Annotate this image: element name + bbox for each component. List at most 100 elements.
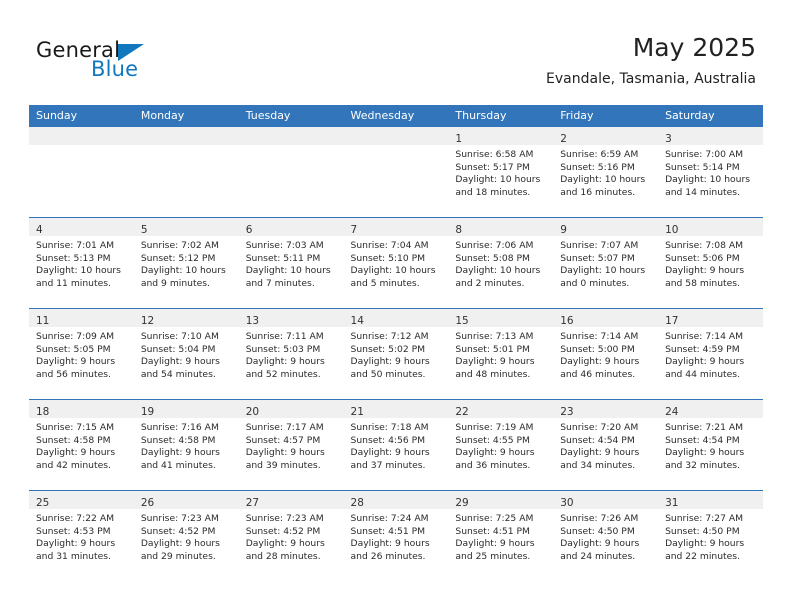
calendar-day-cell[interactable]: 14 Sunrise: 7:12 AM Sunset: 5:02 PM Dayligh… [343, 308, 449, 400]
calendar-day-cell[interactable]: 4 Sunrise: 7:01 AM Sunset: 5:13 PM Daylight… [29, 217, 134, 309]
calendar-day-cell[interactable]: 12 Sunrise: 7:10 AM Sunset: 5:04 PM Dayligh… [133, 308, 239, 400]
day-cell-inner: 1 Sunrise: 6:58 AM Sunset: 5:17 PM Daylight… [448, 127, 554, 217]
day-number: 9 [560, 224, 567, 236]
calendar-day-cell[interactable]: 13 Sunrise: 7:11 AM Sunset: 5:03 PM Dayligh… [238, 308, 344, 400]
daylight-text-line2: and 25 minutes. [455, 550, 531, 562]
sunrise-text: Sunrise: 7:21 AM [665, 422, 744, 433]
calendar-day-cell[interactable]: 17 Sunrise: 7:14 AM Sunset: 4:59 PM Dayligh… [658, 308, 763, 400]
daylight-text-line2: and 58 minutes. [665, 277, 740, 289]
sunset-text: Sunset: 4:52 PM [140, 525, 216, 537]
day-number: 3 [665, 133, 672, 145]
day-info [343, 145, 449, 149]
day-number-band: 14 [343, 309, 449, 327]
day-info: Sunrise: 7:10 AM Sunset: 5:04 PM Daylight:… [133, 327, 239, 382]
day-number-band: 18 [29, 400, 134, 418]
sunrise-text: Sunrise: 7:25 AM [455, 513, 534, 524]
daylight-text-line1: Daylight: 9 hours [455, 447, 535, 459]
daylight-text-line2: and 32 minutes. [665, 459, 740, 471]
weekday-header-friday: Friday [553, 105, 659, 127]
daylight-text-line2: and 42 minutes. [36, 459, 111, 471]
day-cell-inner [343, 127, 449, 217]
calendar-day-cell[interactable]: 3 Sunrise: 7:00 AM Sunset: 5:14 PM Daylight… [658, 127, 763, 218]
calendar-day-cell[interactable]: 16 Sunrise: 7:14 AM Sunset: 5:00 PM Dayligh… [553, 308, 659, 400]
day-info: Sunrise: 7:13 AM Sunset: 5:01 PM Daylight:… [448, 327, 554, 382]
calendar-day-cell[interactable]: 24 Sunrise: 7:21 AM Sunset: 4:54 PM Dayligh… [658, 399, 763, 491]
day-info [238, 145, 344, 149]
daylight-text-line2: and 46 minutes. [560, 368, 636, 380]
calendar-day-cell[interactable]: 29 Sunrise: 7:25 AM Sunset: 4:51 PM Dayligh… [448, 490, 554, 581]
sunrise-text: Sunrise: 7:23 AM [245, 513, 324, 524]
day-number: 27 [245, 497, 260, 509]
calendar-day-cell[interactable]: 10 Sunrise: 7:08 AM Sunset: 5:06 PM Dayligh… [658, 217, 763, 309]
calendar-day-cell[interactable]: 11 Sunrise: 7:09 AM Sunset: 5:05 PM Dayligh… [29, 308, 134, 400]
sunset-text: Sunset: 4:57 PM [245, 434, 321, 446]
day-cell-inner: 9 Sunrise: 7:07 AM Sunset: 5:07 PM Daylight… [553, 218, 659, 308]
day-number-band: 11 [29, 309, 134, 327]
day-cell-inner: 30 Sunrise: 7:26 AM Sunset: 4:50 PM Dayligh… [553, 491, 659, 581]
day-info: Sunrise: 7:14 AM Sunset: 4:59 PM Daylight:… [658, 327, 763, 382]
day-number-band: 24 [658, 400, 763, 418]
day-cell-inner: 23 Sunrise: 7:20 AM Sunset: 4:54 PM Dayligh… [553, 400, 659, 490]
calendar-day-cell[interactable]: 2 Sunrise: 6:59 AM Sunset: 5:16 PM Daylight… [553, 127, 659, 218]
calendar-day-cell[interactable]: 19 Sunrise: 7:16 AM Sunset: 4:58 PM Dayligh… [133, 399, 239, 491]
calendar-day-cell[interactable]: 30 Sunrise: 7:26 AM Sunset: 4:50 PM Dayligh… [553, 490, 659, 581]
calendar-day-cell[interactable]: 26 Sunrise: 7:23 AM Sunset: 4:52 PM Dayligh… [133, 490, 239, 581]
sunset-text: Sunset: 4:56 PM [350, 434, 426, 446]
calendar-day-cell[interactable]: 31 Sunrise: 7:27 AM Sunset: 4:50 PM Dayligh… [658, 490, 763, 581]
sunrise-text: Sunrise: 7:01 AM [36, 240, 115, 251]
day-cell-inner: 11 Sunrise: 7:09 AM Sunset: 5:05 PM Dayligh… [29, 309, 134, 399]
day-info: Sunrise: 7:09 AM Sunset: 5:05 PM Daylight:… [29, 327, 134, 382]
calendar-day-cell[interactable]: 22 Sunrise: 7:19 AM Sunset: 4:55 PM Dayligh… [448, 399, 554, 491]
sunrise-text: Sunrise: 7:16 AM [140, 422, 219, 433]
day-number-band: 19 [133, 400, 239, 418]
day-number: 23 [560, 406, 574, 418]
sunrise-text: Sunrise: 7:03 AM [245, 240, 324, 251]
calendar-day-cell[interactable]: 21 Sunrise: 7:18 AM Sunset: 4:56 PM Dayligh… [343, 399, 449, 491]
day-number-band: 12 [133, 309, 239, 327]
calendar-day-cell[interactable]: 1 Sunrise: 6:58 AM Sunset: 5:17 PM Daylight… [448, 127, 554, 218]
day-number: 8 [455, 224, 463, 236]
day-cell-inner: 16 Sunrise: 7:14 AM Sunset: 5:00 PM Dayligh… [553, 309, 659, 399]
calendar-day-cell[interactable]: 18 Sunrise: 7:15 AM Sunset: 4:58 PM Dayligh… [29, 399, 134, 491]
brand-logo[interactable]: General Blue [36, 38, 236, 86]
sunset-text: Sunset: 5:00 PM [560, 343, 635, 355]
calendar-day-cell[interactable]: 23 Sunrise: 7:20 AM Sunset: 4:54 PM Dayligh… [553, 399, 659, 491]
daylight-text-line2: and 5 minutes. [350, 277, 420, 289]
calendar-day-cell[interactable]: 15 Sunrise: 7:13 AM Sunset: 5:01 PM Dayligh… [448, 308, 554, 400]
day-cell-inner: 20 Sunrise: 7:17 AM Sunset: 4:57 PM Dayligh… [238, 400, 344, 490]
day-info: Sunrise: 7:19 AM Sunset: 4:55 PM Daylight:… [448, 418, 554, 473]
calendar-day-cell[interactable]: 20 Sunrise: 7:17 AM Sunset: 4:57 PM Dayligh… [238, 399, 344, 491]
day-info: Sunrise: 6:58 AM Sunset: 5:17 PM Daylight:… [448, 145, 554, 200]
day-cell-inner [238, 127, 344, 217]
calendar-week-row: 25 Sunrise: 7:22 AM Sunset: 4:53 PM Dayligh… [29, 490, 763, 581]
calendar-day-cell[interactable]: 5 Sunrise: 7:02 AM Sunset: 5:12 PM Daylight… [133, 217, 239, 309]
day-cell-inner: 13 Sunrise: 7:11 AM Sunset: 5:03 PM Dayligh… [238, 309, 344, 399]
day-number-band [238, 127, 344, 145]
sunset-text: Sunset: 5:13 PM [36, 252, 111, 264]
sunrise-text: Sunrise: 7:26 AM [560, 513, 639, 524]
sunrise-text: Sunrise: 7:00 AM [665, 149, 744, 160]
day-info: Sunrise: 7:27 AM Sunset: 4:50 PM Daylight:… [658, 509, 763, 564]
calendar-day-cell[interactable]: 9 Sunrise: 7:07 AM Sunset: 5:07 PM Daylight… [553, 217, 659, 309]
calendar-day-cell[interactable]: 8 Sunrise: 7:06 AM Sunset: 5:08 PM Daylight… [448, 217, 554, 309]
day-number-band: 27 [238, 491, 344, 509]
sunrise-text: Sunrise: 7:13 AM [455, 331, 534, 342]
calendar-day-cell[interactable]: 25 Sunrise: 7:22 AM Sunset: 4:53 PM Dayligh… [29, 490, 134, 581]
daylight-text-line1: Daylight: 10 hours [245, 265, 331, 277]
day-info: Sunrise: 7:25 AM Sunset: 4:51 PM Daylight:… [448, 509, 554, 564]
day-number-band: 4 [29, 218, 134, 236]
calendar-day-cell[interactable]: 27 Sunrise: 7:23 AM Sunset: 4:52 PM Dayligh… [238, 490, 344, 581]
day-info: Sunrise: 7:01 AM Sunset: 5:13 PM Daylight:… [29, 236, 134, 291]
day-info: Sunrise: 6:59 AM Sunset: 5:16 PM Daylight:… [553, 145, 659, 200]
day-cell-inner: 3 Sunrise: 7:00 AM Sunset: 5:14 PM Daylight… [658, 127, 763, 217]
calendar-day-cell[interactable]: 7 Sunrise: 7:04 AM Sunset: 5:10 PM Daylight… [343, 217, 449, 309]
calendar-header-row: Sunday Monday Tuesday Wednesday Thursday… [29, 105, 763, 127]
day-info: Sunrise: 7:17 AM Sunset: 4:57 PM Daylight:… [238, 418, 344, 473]
daylight-text-line2: and 37 minutes. [350, 459, 426, 471]
day-cell-inner: 21 Sunrise: 7:18 AM Sunset: 4:56 PM Dayligh… [343, 400, 449, 490]
daylight-text-line2: and 29 minutes. [140, 550, 216, 562]
calendar-day-cell[interactable]: 28 Sunrise: 7:24 AM Sunset: 4:51 PM Dayligh… [343, 490, 449, 581]
sunset-text: Sunset: 4:54 PM [665, 434, 740, 446]
calendar-day-cell[interactable]: 6 Sunrise: 7:03 AM Sunset: 5:11 PM Daylight… [238, 217, 344, 309]
day-number-band: 17 [658, 309, 763, 327]
